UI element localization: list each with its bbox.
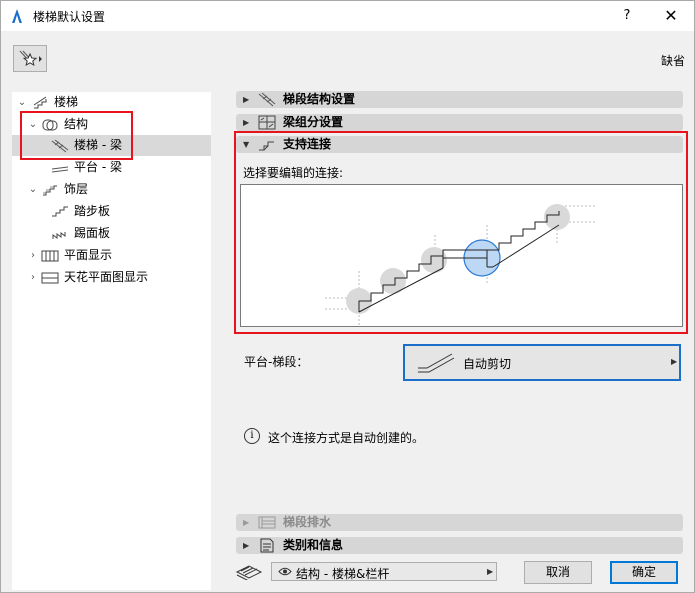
ceiling-plan-icon [41, 272, 59, 284]
section-title: 类别和信息 [283, 538, 344, 552]
section-title: 梁组分设置 [283, 115, 344, 129]
chevron-down-icon[interactable]: ⌄ [16, 92, 28, 113]
tree-label: 平面显示 [64, 248, 113, 262]
favorites-button[interactable] [13, 45, 47, 72]
layer-icon [235, 565, 263, 580]
auto-cut-icon [418, 353, 455, 373]
expand-arrow-icon[interactable]: ▶ [243, 94, 249, 105]
tree-item-finish[interactable]: ⌄ 饰层 [12, 179, 211, 200]
settings-tree: ⌄ 楼梯 ⌄ 结构 楼梯 - 梁 平台 - 梁 ⌄ 饰层 踏步板 踢面板 › 平… [12, 92, 211, 590]
layer-selector[interactable]: 结构 - 楼梯&栏杆 ▶ [271, 562, 497, 581]
riser-icon [52, 232, 66, 239]
title-bar: 楼梯默认设置 ? ✕ [1, 1, 694, 31]
archicad-app-icon [12, 9, 22, 23]
popup-arrow-icon: ▶ [671, 357, 678, 366]
tree-label: 踏步板 [74, 204, 111, 218]
tree-label: 踢面板 [74, 226, 111, 240]
section-flight-structure[interactable]: ▶ 梯段结构设置 [236, 91, 683, 108]
floor-plan-icon [41, 250, 59, 262]
cancel-button[interactable]: 取消 [524, 561, 592, 584]
finish-icon [43, 185, 57, 196]
connection-type-label: 自动剪切 [463, 357, 512, 371]
ok-button[interactable]: 确定 [610, 561, 678, 584]
section-flight-drainage[interactable]: ▶ 梯段排水 [236, 514, 683, 531]
classification-icon [260, 538, 274, 553]
landing-beam-icon [51, 166, 69, 173]
tree-item-ceiling-plan[interactable]: › 天花平面图显示 [12, 267, 211, 288]
section-beam-segment[interactable]: ▶ 梁组分设置 [236, 114, 683, 131]
tree-label: 饰层 [64, 182, 89, 196]
tree-item-floor-plan[interactable]: › 平面显示 [12, 245, 211, 266]
tree-item-stair[interactable]: ⌄ 楼梯 [12, 92, 211, 113]
tree-label: 楼梯 [54, 95, 79, 109]
chevron-down-icon[interactable]: ⌄ [27, 179, 39, 200]
tree-label: 平台 - 梁 [74, 160, 122, 174]
layer-value: 结构 - 楼梯&栏杆 [296, 567, 390, 581]
flight-drainage-icon [258, 516, 276, 529]
highlight-box-connection [234, 131, 688, 334]
window-title: 楼梯默认设置 [33, 10, 106, 24]
favorites-star-icon [19, 50, 42, 67]
platform-flight-label: 平台-梯段： [244, 355, 309, 369]
stair-icon [33, 96, 47, 109]
tree-item-landing-beam[interactable]: 平台 - 梁 [12, 157, 211, 178]
popup-arrow-icon: ▶ [487, 567, 494, 576]
section-title: 梯段排水 [283, 515, 332, 529]
info-icon: i [244, 428, 260, 444]
default-label: 缺省 [661, 54, 686, 68]
close-button[interactable]: ✕ [657, 5, 685, 27]
beam-segment-icon [258, 115, 276, 130]
section-classification[interactable]: ▶ 类别和信息 [236, 537, 683, 554]
stair-default-settings-dialog: 楼梯默认设置 ? ✕ 缺省 ⌄ 楼梯 ⌄ 结构 楼梯 - 梁 平台 - 梁 ⌄ … [0, 0, 695, 593]
connection-type-selector[interactable]: 自动剪切 ▶ [403, 344, 681, 381]
section-title: 梯段结构设置 [283, 92, 356, 106]
tread-icon [52, 206, 68, 217]
expand-arrow-icon[interactable]: ▶ [243, 517, 249, 528]
chevron-right-icon[interactable]: › [27, 245, 39, 266]
eye-icon [278, 567, 292, 576]
expand-arrow-icon[interactable]: ▶ [243, 540, 249, 551]
tree-item-tread[interactable]: 踏步板 [12, 201, 211, 222]
expand-arrow-icon[interactable]: ▶ [243, 117, 249, 128]
chevron-right-icon[interactable]: › [27, 267, 39, 288]
tree-item-riser[interactable]: 踢面板 [12, 223, 211, 244]
help-button[interactable]: ? [613, 6, 641, 26]
highlight-box-tree [20, 111, 133, 160]
info-text: 这个连接方式是自动创建的。 [268, 431, 425, 445]
tree-label: 天花平面图显示 [64, 270, 149, 284]
flight-structure-icon [258, 92, 276, 107]
